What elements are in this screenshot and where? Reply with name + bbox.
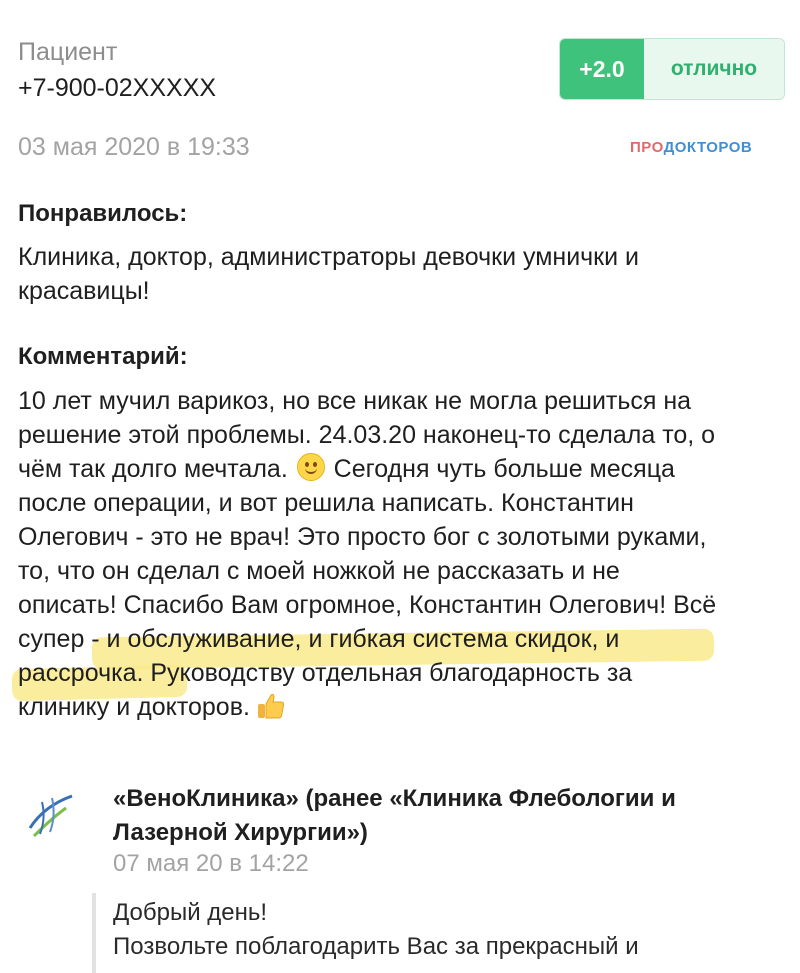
comment-line: рассрочка. Руководству отдельная благода… [18, 659, 633, 687]
brand-part1: ПРО [630, 139, 664, 156]
comment-line: после операции, и вот решила написать. К… [18, 489, 634, 517]
rating-word: отлично [644, 39, 784, 99]
comment-line: описать! Спасибо Вам огромное, Константи… [18, 591, 717, 619]
comment-line: 10 лет мучил варикоз, но все никак не мо… [18, 387, 692, 415]
reply-body: Позвольте поблагодарить Вас за прекрасны… [113, 933, 639, 960]
comment-line-part: клинику и докторов. [18, 693, 250, 721]
clinic-name[interactable]: «ВеноКлиника» (ранее «Клиника Флебологии… [113, 782, 773, 850]
comment-line: Олегович - это не врач! Это просто бог с… [18, 523, 707, 551]
comment-line-part: Сегодня чуть больше месяца [326, 455, 675, 483]
liked-title: Понравилось: [18, 200, 188, 227]
rating-score: +2.0 [560, 39, 644, 99]
review-date: 03 мая 2020 в 19:33 [18, 133, 250, 161]
author-phone: +7-900-02XXXXX [18, 74, 217, 102]
clinic-logo-icon [28, 794, 73, 838]
comment-line: решение этой проблемы. 24.03.20 наконец-… [18, 421, 716, 449]
comment-text: 10 лет мучил варикоз, но все никак не мо… [18, 384, 788, 724]
smile-emoji-icon [296, 453, 325, 481]
reply-date: 07 мая 20 в 14:22 [113, 850, 309, 877]
reply-quote-bar [92, 893, 96, 973]
comment-title: Комментарий: [18, 343, 188, 370]
comment-line: то, что он сделал с моей ножкой не расск… [18, 557, 620, 585]
liked-text: Клиника, доктор, администраторы девочки … [18, 243, 639, 305]
comment-line: чём так долго мечтала. Сегодня чуть боль… [18, 452, 788, 486]
brand-logo[interactable]: ПРОДОКТОРОВ [630, 139, 752, 156]
thumbs-up-icon [257, 693, 285, 719]
comment-line: клинику и докторов. [18, 690, 788, 724]
reply-text: Добрый день! Позвольте поблагодарить Вас… [113, 896, 773, 964]
author-label: Пациент [18, 38, 118, 66]
comment-line-part: чём так долго мечтала. [18, 455, 288, 483]
comment-line: супер - и обслуживание, и гибкая система… [18, 625, 620, 653]
reply-greeting: Добрый день! [113, 899, 268, 926]
rating-badge: +2.0 отлично [559, 38, 785, 100]
brand-part2: ДОКТОРОВ [663, 139, 753, 156]
